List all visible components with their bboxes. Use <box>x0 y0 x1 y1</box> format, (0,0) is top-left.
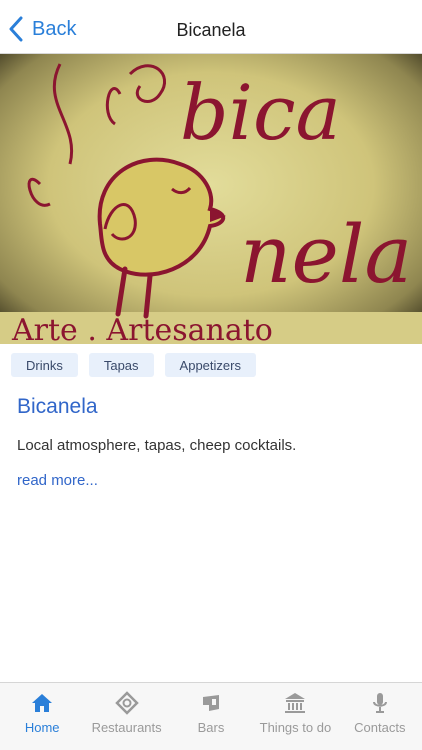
bars-icon <box>203 695 220 711</box>
tag-drinks[interactable]: Drinks <box>11 353 78 377</box>
place-description: Local atmosphere, tapas, cheep cocktails… <box>17 437 297 454</box>
tag-tapas[interactable]: Tapas <box>88 353 154 377</box>
tab-things-to-do-label: Things to do <box>259 720 332 735</box>
tab-bars[interactable]: Bars <box>169 683 253 750</box>
sign-text-footer: Arte . Artesanato <box>11 313 273 344</box>
sign-text-bottom: nela <box>240 208 412 301</box>
home-icon <box>32 694 53 712</box>
sign-text-top: bica <box>180 68 341 157</box>
hero-image: bica nela Arte . Artesanato <box>0 54 422 344</box>
tab-home[interactable]: Home <box>0 683 84 750</box>
bicanela-sign-image: bica nela Arte . Artesanato <box>0 54 422 344</box>
museum-icon <box>285 693 306 713</box>
tab-contacts[interactable]: Contacts <box>338 683 422 750</box>
tab-restaurants[interactable]: Restaurants <box>84 683 168 750</box>
restaurants-icon <box>114 691 139 715</box>
tag-appetizers[interactable]: Appetizers <box>164 353 256 377</box>
read-more-link[interactable]: read more... <box>17 472 98 489</box>
tab-restaurants-label: Restaurants <box>91 720 162 735</box>
place-name: Bicanela <box>17 395 98 418</box>
navigation-bar: Back Bicanela <box>0 0 422 54</box>
tab-home-label: Home <box>24 720 60 735</box>
tab-bars-label: Bars <box>197 720 225 735</box>
tab-things-to-do[interactable]: Things to do <box>253 683 337 750</box>
page-title: Bicanela <box>176 20 246 40</box>
tag-list: Drinks Tapas Appetizers <box>11 353 256 377</box>
tab-contacts-label: Contacts <box>354 720 406 735</box>
tab-bar: Home Restaurants Bars Things to do Conta… <box>0 682 422 750</box>
microphone-icon <box>372 693 387 713</box>
